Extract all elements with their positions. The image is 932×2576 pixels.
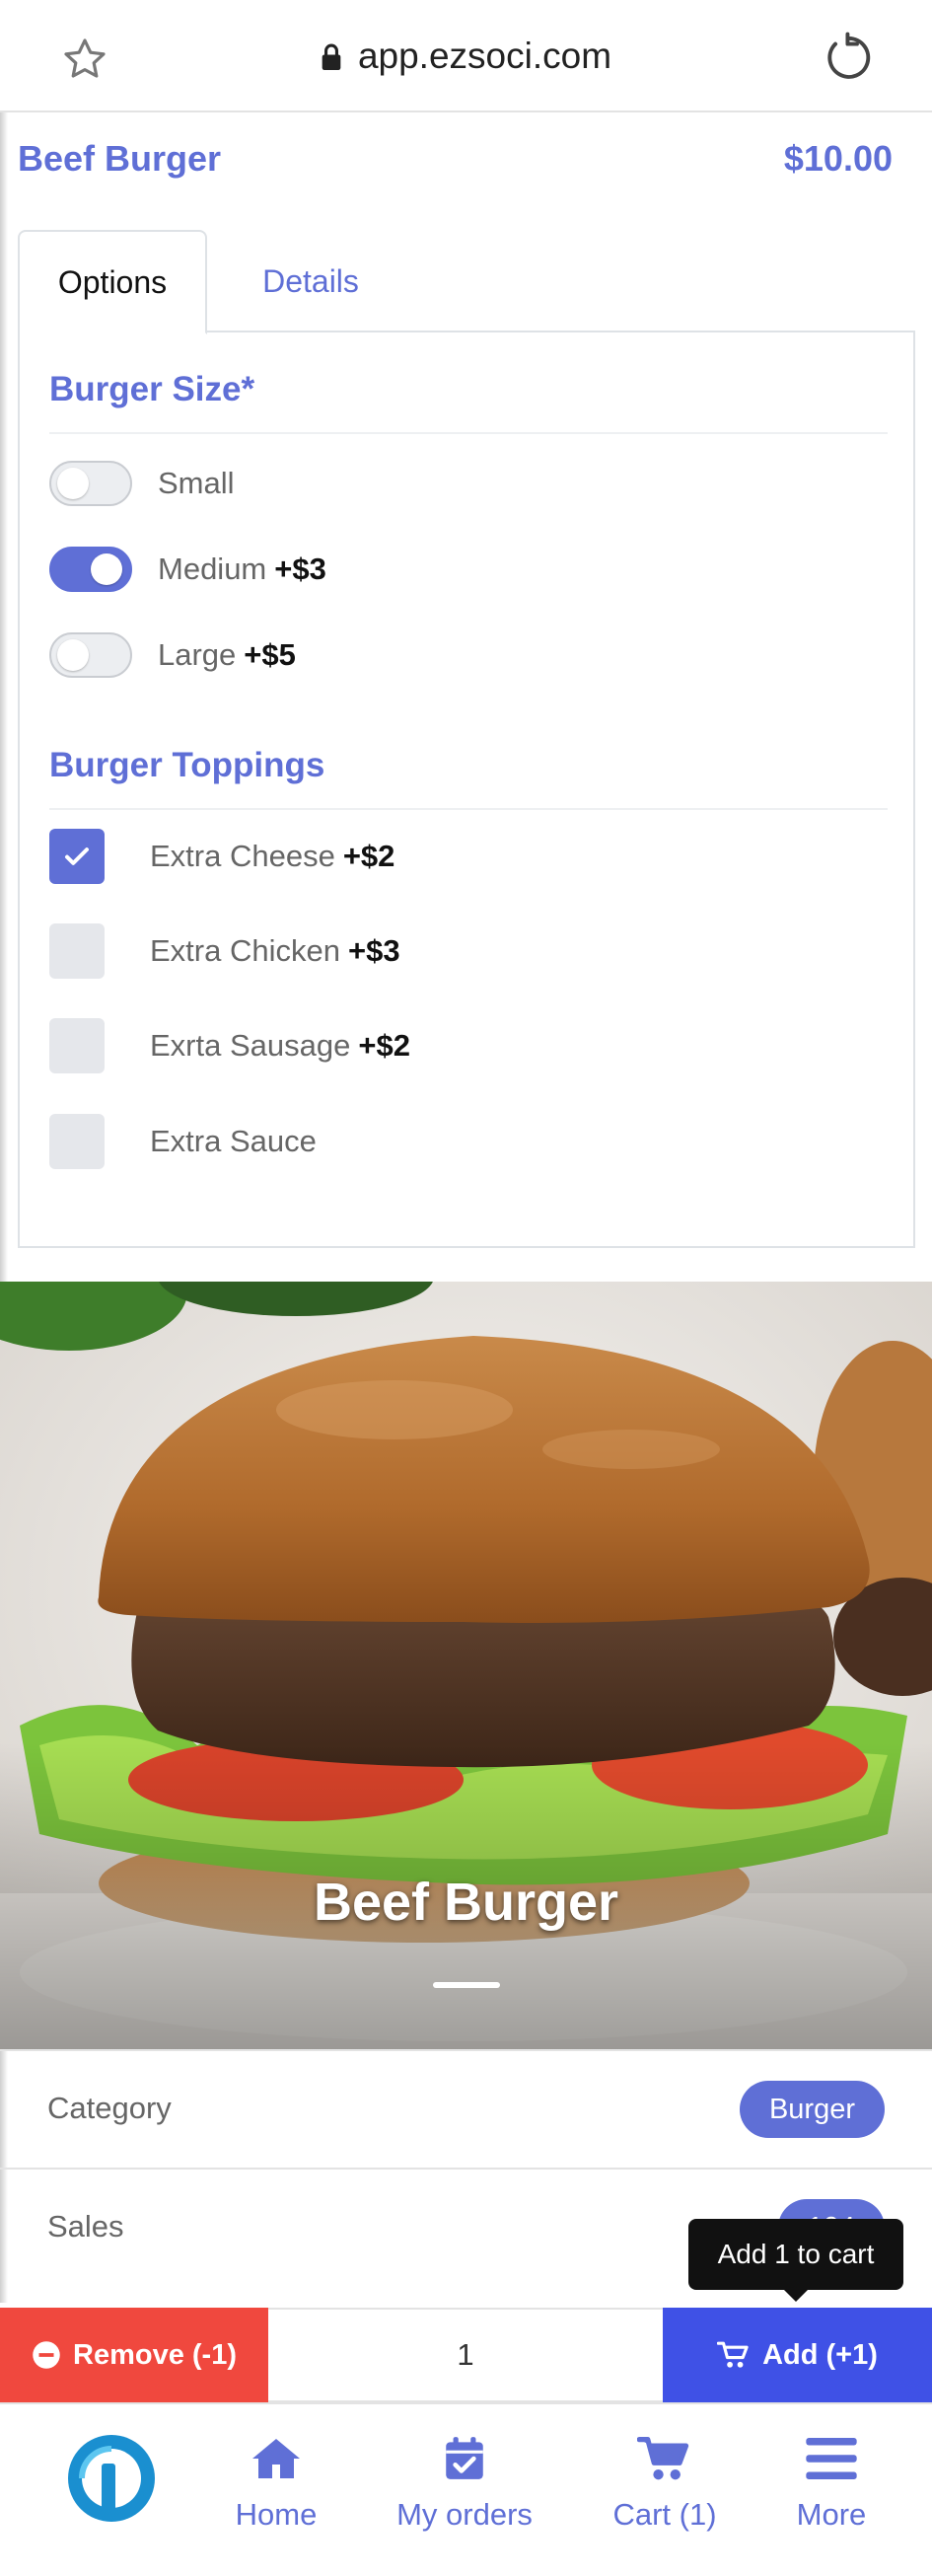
divider [49, 808, 888, 810]
topping-extra-sauce[interactable]: Extra Sauce [49, 1114, 317, 1169]
category-label: Category [47, 2091, 172, 2125]
toppings-section-title: Burger Toppings [49, 746, 325, 784]
toggle-switch[interactable] [49, 547, 132, 592]
category-row: Category Burger [0, 2049, 932, 2168]
product-price: $10.00 [783, 138, 893, 179]
topping-extra-cheese[interactable]: Extra Cheese +$2 [49, 829, 394, 884]
options-panel: Burger Size* Small Medium +$3 Large +$5 … [18, 331, 915, 1248]
size-option-small[interactable]: Small [49, 459, 235, 508]
lock-icon [322, 43, 341, 70]
category-badge: Burger [739, 2081, 885, 2138]
app-logo-icon[interactable] [65, 2432, 158, 2525]
cart-plus-icon [717, 2341, 749, 2368]
product-title: Beef Burger [18, 138, 222, 179]
size-option-medium[interactable]: Medium +$3 [49, 545, 326, 594]
option-label: Small [158, 466, 235, 500]
option-label: Medium [158, 552, 267, 586]
nav-orders-label: My orders [396, 2497, 533, 2532]
nav-home[interactable]: Home [227, 2434, 325, 2533]
option-price: +$5 [244, 637, 296, 672]
topping-price: +$2 [342, 839, 395, 873]
calendar-check-icon [446, 2437, 483, 2479]
topping-label: Extra Cheese [150, 839, 335, 873]
checkbox[interactable] [49, 829, 105, 884]
menu-icon [806, 2438, 857, 2479]
burger-image [0, 1282, 932, 2049]
add-button-label: Add (+1) [762, 2338, 878, 2371]
nav-home-label: Home [235, 2497, 318, 2532]
home-icon [252, 2439, 300, 2478]
url-text: app.ezsoci.com [357, 36, 612, 76]
topping-label: Exrta Sausage [150, 1028, 351, 1063]
browser-bar: app.ezsoci.com [0, 0, 932, 112]
tooltip-text: Add 1 to cart [717, 2239, 875, 2269]
reload-icon[interactable] [822, 32, 873, 83]
product-image-carousel[interactable]: Beef Burger [0, 1282, 932, 2049]
carousel-indicator[interactable] [433, 1982, 500, 1988]
tab-details[interactable]: Details [227, 230, 394, 332]
topping-label: Extra Chicken [150, 933, 340, 968]
minus-circle-icon [33, 2341, 60, 2369]
option-label: Large [158, 637, 237, 672]
image-caption: Beef Burger [313, 1873, 619, 1932]
topping-price: +$2 [358, 1028, 410, 1063]
tab-options[interactable]: Options [18, 230, 207, 334]
checkbox[interactable] [49, 1114, 105, 1169]
option-price: +$3 [274, 552, 326, 586]
remove-button[interactable]: Remove (-1) [0, 2308, 268, 2402]
size-option-large[interactable]: Large +$5 [49, 630, 296, 680]
checkbox[interactable] [49, 1018, 105, 1073]
nav-cart[interactable]: Cart (1) [606, 2434, 724, 2533]
topping-extra-chicken[interactable]: Extra Chicken +$3 [49, 923, 400, 979]
topping-label: Extra Sauce [150, 1124, 317, 1158]
nav-my-orders[interactable]: My orders [391, 2434, 538, 2533]
remove-button-label: Remove (-1) [73, 2338, 237, 2371]
quantity-field[interactable]: 1 [268, 2308, 663, 2402]
url-bar[interactable]: app.ezsoci.com [0, 36, 932, 77]
toggle-switch[interactable] [49, 461, 132, 506]
checkmark-icon [65, 847, 89, 865]
divider [49, 432, 888, 434]
nav-more[interactable]: More [784, 2434, 879, 2533]
cart-icon [637, 2437, 689, 2480]
topping-price: +$3 [347, 933, 400, 968]
checkbox[interactable] [49, 923, 105, 979]
nav-cart-label: Cart (1) [612, 2497, 717, 2532]
sales-label: Sales [47, 2209, 124, 2244]
cart-action-bar: Remove (-1) 1 Add (+1) [0, 2308, 932, 2402]
nav-more-label: More [796, 2497, 867, 2532]
toggle-switch[interactable] [49, 632, 132, 678]
bottom-navigation: Home My orders Cart (1) More [0, 2402, 932, 2576]
size-section-title: Burger Size* [49, 370, 255, 408]
tab-bar: Options Details [18, 230, 915, 334]
add-button[interactable]: Add (+1) [663, 2308, 932, 2402]
topping-extra-sausage[interactable]: Exrta Sausage +$2 [49, 1018, 410, 1073]
add-to-cart-tooltip: Add 1 to cart [688, 2219, 903, 2302]
